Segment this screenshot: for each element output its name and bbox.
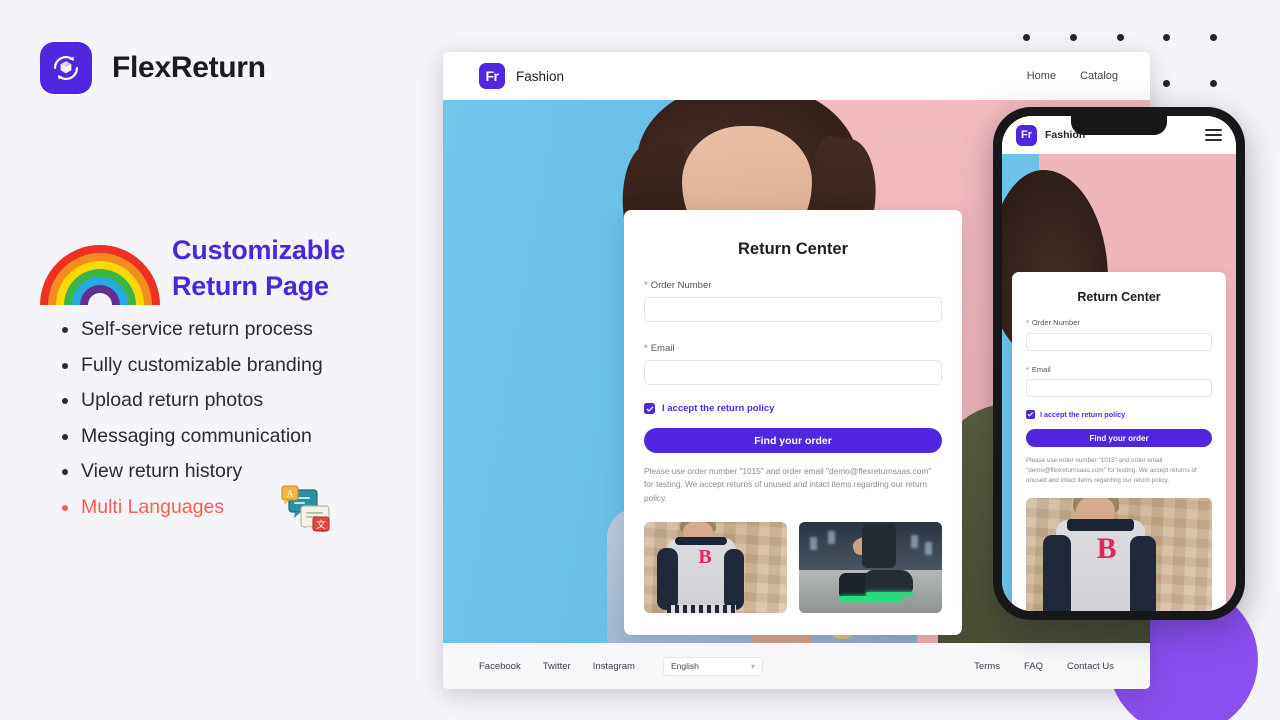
return-policy-row[interactable]: I accept the return policy bbox=[644, 403, 942, 414]
varsity-jacket-photo[interactable]: B bbox=[644, 522, 787, 614]
page-root: FlexReturn Customizable Return Page Self… bbox=[0, 0, 1280, 720]
mobile-store-preview: Fr Fashion Return Center *Order Number bbox=[993, 107, 1245, 620]
bullet-icon bbox=[62, 504, 68, 511]
policy-label[interactable]: I accept the return policy bbox=[1040, 410, 1125, 419]
feature-item: Upload return photos bbox=[62, 387, 452, 423]
email-field-group: * Email bbox=[1026, 364, 1212, 397]
order-number-label: * Order Number bbox=[1026, 318, 1080, 327]
nav-item-catalog[interactable]: Catalog bbox=[1080, 70, 1118, 82]
footer-link-contact-us[interactable]: Contact Us bbox=[1067, 661, 1114, 672]
feature-list: Self-service return process Fully custom… bbox=[62, 316, 452, 529]
headline-line-1: Customizable bbox=[172, 235, 346, 265]
order-number-input[interactable] bbox=[1026, 332, 1212, 351]
store-name: Fashion bbox=[516, 68, 565, 84]
bullet-icon bbox=[62, 433, 68, 440]
hamburger-menu-icon[interactable] bbox=[1205, 128, 1222, 142]
footer-link-instagram[interactable]: Instagram bbox=[593, 661, 635, 672]
flexreturn-logo-icon bbox=[40, 42, 92, 94]
jacket-letter: B bbox=[698, 545, 712, 568]
required-marker: * bbox=[644, 343, 648, 354]
feature-item: Self-service return process bbox=[62, 316, 452, 352]
order-number-field-group: * Order Number bbox=[1026, 318, 1212, 351]
testing-hint-text: Please use order number "1015" and order… bbox=[644, 466, 932, 503]
bullet-icon bbox=[62, 398, 68, 404]
feature-label: Messaging communication bbox=[81, 424, 312, 447]
store-logo-icon: Fr bbox=[1016, 124, 1037, 146]
phone-notch bbox=[1071, 116, 1167, 135]
headline-line-2: Return Page bbox=[172, 271, 329, 302]
find-your-order-button[interactable]: Find your order bbox=[644, 428, 942, 453]
required-marker: * bbox=[644, 280, 648, 291]
chevron-down-icon: ▾ bbox=[750, 661, 755, 671]
feature-item: View return history bbox=[62, 458, 452, 494]
email-input[interactable] bbox=[644, 360, 942, 385]
product-thumbnail-row: B bbox=[644, 522, 942, 614]
rainbow-icon bbox=[40, 243, 160, 305]
store-nav: Home Catalog bbox=[1027, 70, 1118, 82]
card-title: Return Center bbox=[1077, 290, 1161, 304]
store-header: Fr Fashion Home Catalog bbox=[443, 52, 1150, 100]
language-select-value: English bbox=[670, 661, 699, 671]
feature-label: Self-service return process bbox=[81, 318, 313, 340]
phone-screen: Fr Fashion Return Center *Order Number bbox=[1002, 116, 1236, 611]
translate-chat-icon: A 文 bbox=[277, 484, 333, 536]
email-label: * Email bbox=[1026, 364, 1051, 374]
return-policy-row[interactable]: I accept the return policy bbox=[1026, 410, 1212, 419]
email-label: * Email bbox=[644, 343, 675, 354]
nav-item-home[interactable]: Home bbox=[1027, 70, 1056, 82]
brand-lockup: FlexReturn bbox=[40, 42, 266, 94]
mobile-return-center-card: Return Center * Order Number * Email I a… bbox=[1012, 272, 1226, 611]
email-field-group: * Email bbox=[644, 343, 942, 385]
feature-item-multi-languages: Multi Languages bbox=[62, 494, 452, 530]
store-footer: Facebook Twitter Instagram English ▾ Ter… bbox=[443, 643, 1150, 689]
testing-hint-text: Please use order number "1015" and order… bbox=[1026, 457, 1197, 485]
email-input[interactable] bbox=[1026, 379, 1212, 397]
policy-checkbox-checked-icon[interactable] bbox=[1026, 410, 1035, 419]
feature-label: Multi Languages bbox=[81, 495, 225, 518]
footer-link-terms[interactable]: Terms bbox=[974, 661, 1000, 672]
footer-social-links: Facebook Twitter Instagram English ▾ bbox=[479, 656, 763, 676]
order-number-input[interactable] bbox=[644, 297, 942, 322]
policy-label[interactable]: I accept the return policy bbox=[662, 403, 774, 414]
order-number-label: * Order Number bbox=[644, 280, 712, 291]
svg-text:A: A bbox=[286, 489, 294, 500]
card-title: Return Center bbox=[737, 240, 848, 258]
required-marker: * bbox=[1026, 318, 1029, 327]
order-number-field-group: * Order Number bbox=[644, 280, 942, 322]
svg-text:文: 文 bbox=[316, 519, 326, 531]
feature-label: Upload return photos bbox=[81, 389, 264, 411]
feature-item: Messaging communication bbox=[62, 423, 452, 459]
bullet-icon bbox=[62, 362, 68, 369]
feature-label: View return history bbox=[81, 460, 243, 482]
footer-link-facebook[interactable]: Facebook bbox=[479, 661, 521, 672]
varsity-jacket-photo[interactable]: B bbox=[1026, 497, 1212, 611]
language-select[interactable]: English ▾ bbox=[662, 656, 763, 676]
mobile-store-hero: Return Center * Order Number * Email I a… bbox=[1002, 154, 1236, 611]
feature-label: Fully customizable branding bbox=[81, 353, 323, 376]
bullet-icon bbox=[62, 327, 68, 333]
led-sneakers-photo[interactable] bbox=[799, 522, 942, 614]
brand-name: FlexReturn bbox=[112, 51, 266, 84]
return-center-card: Return Center * Order Number * Email I a… bbox=[624, 210, 962, 636]
footer-link-faq[interactable]: FAQ bbox=[1024, 661, 1043, 672]
find-your-order-button[interactable]: Find your order bbox=[1026, 429, 1212, 447]
jacket-letter: B bbox=[1096, 532, 1117, 566]
feature-item: Fully customizable branding bbox=[62, 352, 452, 388]
bullet-icon bbox=[62, 469, 68, 475]
required-marker: * bbox=[1026, 364, 1029, 374]
footer-utility-links: Terms FAQ Contact Us bbox=[974, 661, 1114, 672]
store-logo-icon: Fr bbox=[479, 63, 505, 89]
footer-link-twitter[interactable]: Twitter bbox=[543, 661, 571, 672]
policy-checkbox-checked-icon[interactable] bbox=[644, 403, 655, 414]
